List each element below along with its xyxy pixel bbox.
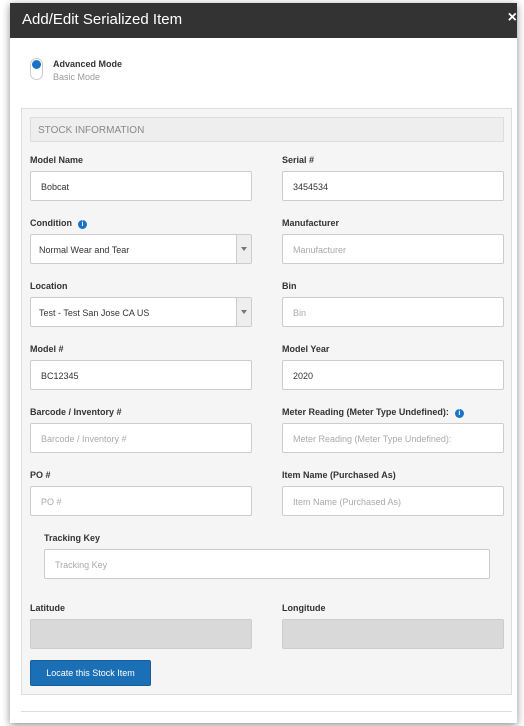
condition-select[interactable]: Normal Wear and Tear [30,234,252,264]
barcode-label: Barcode / Inventory # [30,407,122,417]
serial-label: Serial # [282,155,315,165]
chevron-down-icon [236,298,251,326]
divider [21,711,512,712]
meter-reading-label: Meter Reading (Meter Type Undefined): i [282,407,464,418]
stock-information-panel: STOCK INFORMATION Model Name Bobcat Seri… [21,108,512,695]
tracking-key-label: Tracking Key [44,533,101,543]
bin-input[interactable]: Bin [282,297,504,327]
item-name-input[interactable]: Item Name (Purchased As) [282,486,504,516]
model-year-label: Model Year [282,344,330,354]
condition-selected-value: Normal Wear and Tear [39,245,130,255]
add-edit-serialized-item-dialog: Add/Edit Serialized Item × Advanced Mode… [10,3,517,723]
condition-label-text: Condition [30,218,72,228]
mode-switch-knob [32,60,41,69]
info-icon[interactable]: i [454,409,464,418]
dialog-title: Add/Edit Serialized Item [22,11,183,28]
barcode-input[interactable]: Barcode / Inventory # [30,423,252,453]
bin-label: Bin [282,281,297,291]
longitude-label: Longitude [282,603,326,613]
latitude-input [30,619,252,649]
advanced-mode-label[interactable]: Advanced Mode [53,59,122,69]
model-name-input[interactable]: Bobcat [30,171,252,201]
basic-mode-label[interactable]: Basic Mode [53,72,100,82]
meter-reading-input[interactable]: Meter Reading (Meter Type Undefined): [282,423,504,453]
model-number-input[interactable]: BC12345 [30,360,252,390]
info-icon[interactable]: i [78,220,87,229]
chevron-down-icon [236,235,251,263]
close-icon[interactable]: × [508,9,517,27]
longitude-input [282,619,504,649]
section-title: STOCK INFORMATION [30,117,504,142]
locate-stock-item-button[interactable]: Locate this Stock Item [30,660,151,686]
manufacturer-label: Manufacturer [282,218,340,228]
location-label: Location [30,281,68,291]
model-name-label: Model Name [30,155,84,165]
serial-input[interactable]: 3454534 [282,171,504,201]
location-select[interactable]: Test - Test San Jose CA US [30,297,252,327]
manufacturer-input[interactable]: Manufacturer [282,234,504,264]
model-number-label: Model # [30,344,64,354]
latitude-label: Latitude [30,603,65,613]
item-name-label: Item Name (Purchased As) [282,470,396,480]
location-selected-value: Test - Test San Jose CA US [39,308,150,318]
model-year-input[interactable]: 2020 [282,360,504,390]
mode-switch[interactable] [30,58,43,80]
condition-label: Condition i [30,218,87,229]
meter-reading-label-text: Meter Reading (Meter Type Undefined): [282,407,449,417]
po-label: PO # [30,470,51,480]
dialog-header: Add/Edit Serialized Item × [10,3,517,38]
tracking-key-input[interactable]: Tracking Key [44,549,490,579]
po-input[interactable]: PO # [30,486,252,516]
